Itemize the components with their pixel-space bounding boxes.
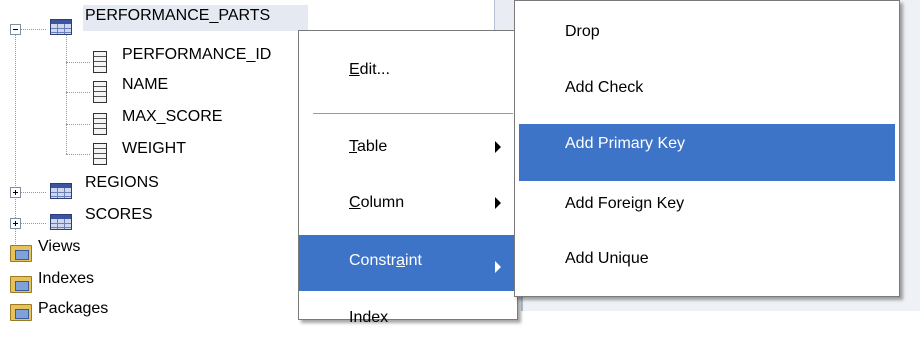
column-icon (93, 113, 107, 135)
indexes-folder-icon (10, 276, 32, 293)
menu-item-index[interactable]: Index (299, 291, 517, 345)
menu-item-label: Edit... (349, 61, 390, 78)
submenu-arrow-icon (495, 141, 501, 153)
tree-connector (21, 223, 46, 224)
tree-connector (66, 62, 90, 63)
submenu-item-add-foreign-key[interactable]: Add Foreign Key (519, 177, 895, 231)
submenu-item-add-check[interactable]: Add Check (519, 61, 895, 115)
submenu-item-label: Add Unique (565, 250, 649, 267)
tree-node-label: SCORES (85, 206, 153, 223)
submenu-arrow-icon (495, 261, 501, 273)
menu-item-column[interactable]: Column (299, 176, 517, 230)
table-icon (50, 183, 72, 199)
menu-item-label: Table (349, 138, 388, 155)
tree-connector (66, 34, 67, 154)
tree-node-label: Indexes (38, 270, 95, 287)
tree-connector (66, 92, 90, 93)
submenu-item-drop[interactable]: Drop (519, 5, 895, 59)
column-icon (93, 81, 107, 103)
tree-node-label: Packages (38, 300, 109, 317)
table-icon (50, 214, 72, 230)
tree-node-label: PERFORMANCE_ID (122, 46, 272, 63)
menu-item-edit[interactable]: Edit... (299, 43, 517, 97)
tree-connector (66, 154, 90, 155)
menu-item-table[interactable]: Table (299, 120, 517, 174)
tree-node-performance-parts[interactable]: PERFORMANCE_PARTS (83, 3, 313, 29)
constraint-submenu: Drop Add Check Add Primary Key Add Forei… (514, 0, 900, 297)
expand-toggle[interactable] (10, 218, 21, 229)
menu-item-constraint[interactable]: Constraint (299, 235, 517, 291)
tree-node-label: Views (38, 238, 81, 255)
context-menu: Edit... Table Column Constraint Index (298, 30, 518, 326)
column-icon (93, 51, 107, 73)
table-icon (50, 19, 72, 35)
menu-separator (313, 113, 513, 115)
menu-item-label: Index (349, 309, 389, 326)
tree-node-performance-id[interactable]: PERFORMANCE_ID (122, 42, 297, 68)
submenu-item-label: Add Check (565, 79, 644, 96)
tree-node-label: NAME (122, 76, 169, 93)
menu-item-label: Constraint (349, 252, 422, 269)
submenu-item-add-primary-key[interactable]: Add Primary Key (519, 124, 895, 181)
expand-toggle[interactable] (10, 187, 21, 198)
column-icon (93, 143, 107, 165)
collapse-toggle[interactable] (10, 24, 21, 35)
tree-node-label: PERFORMANCE_PARTS (85, 7, 271, 24)
menu-item-label: Column (349, 194, 405, 211)
submenu-item-label: Drop (565, 23, 600, 40)
submenu-item-add-unique[interactable]: Add Unique (519, 232, 895, 286)
tree-connector (21, 29, 46, 30)
submenu-item-label: Add Foreign Key (565, 195, 685, 212)
submenu-arrow-icon (495, 197, 501, 209)
views-folder-icon (10, 245, 32, 262)
tree-connector (21, 192, 46, 193)
tree-node-label: WEIGHT (122, 140, 186, 157)
tree-connector (66, 124, 90, 125)
tree-node-label: MAX_SCORE (122, 108, 223, 125)
packages-folder-icon (10, 304, 32, 321)
tree-node-label: REGIONS (85, 174, 159, 191)
submenu-item-label: Add Primary Key (565, 135, 686, 152)
